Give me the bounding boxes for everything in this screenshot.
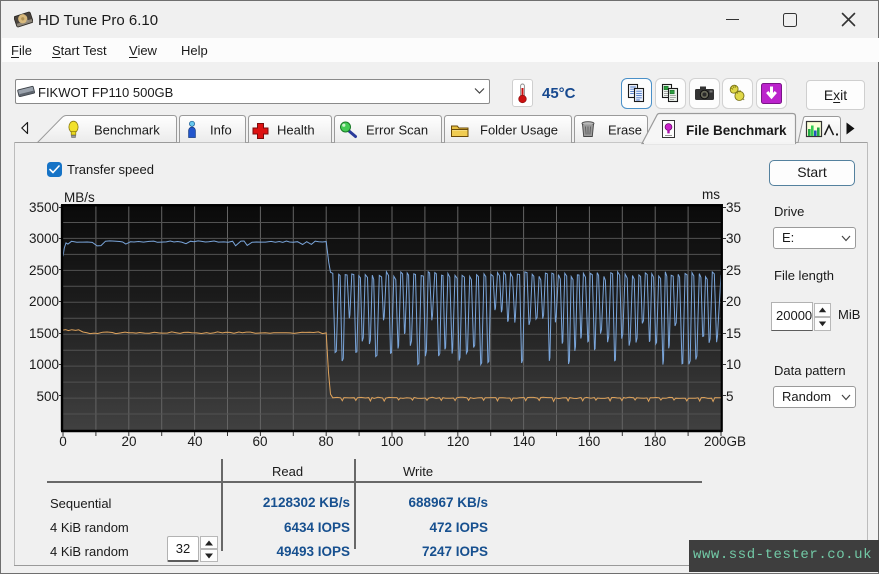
svg-text:File Benchmark: File Benchmark: [686, 123, 787, 138]
svg-text:Info: Info: [210, 123, 232, 138]
svg-text:Erase: Erase: [608, 123, 642, 138]
svg-text:Error Scan: Error Scan: [366, 123, 428, 138]
svg-text:Health: Health: [277, 123, 315, 138]
svg-text:Folder Usage: Folder Usage: [480, 123, 558, 138]
svg-text:Benchmark: Benchmark: [94, 123, 160, 138]
